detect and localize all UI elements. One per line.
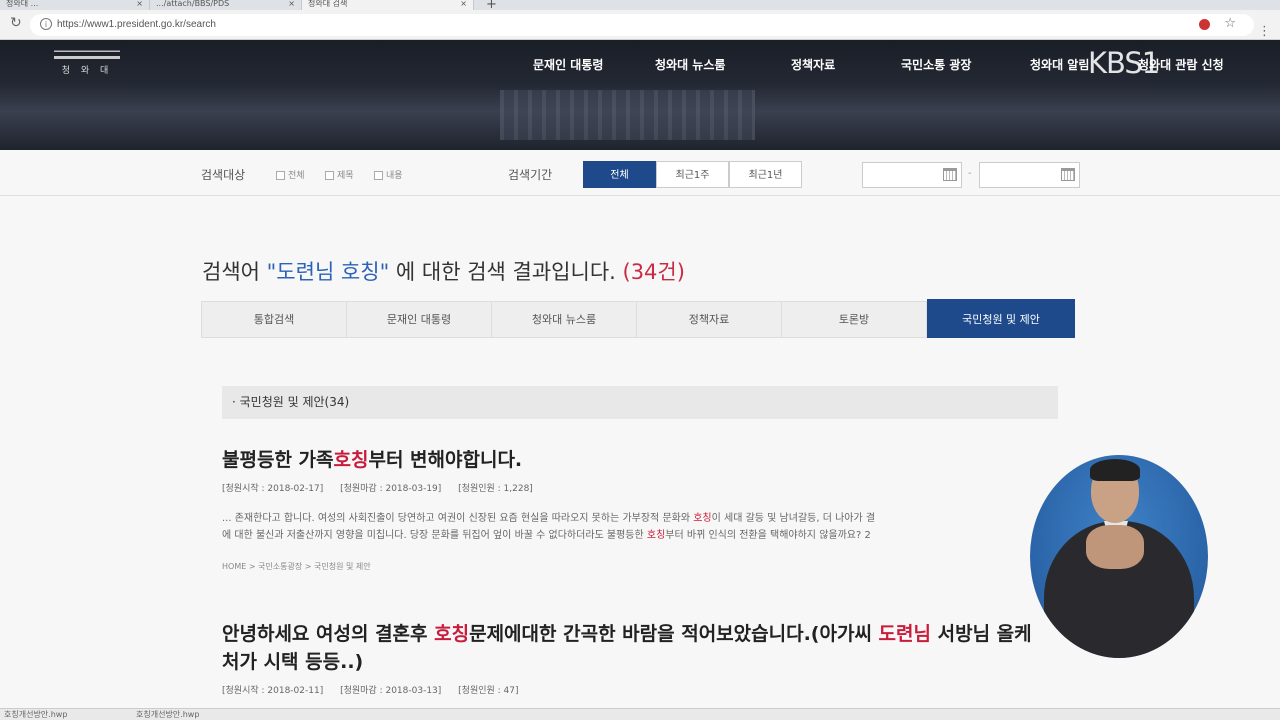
nav-item-president[interactable]: 문재인 대통령 bbox=[533, 56, 603, 73]
result-title-link[interactable]: 불평등한 가족호칭부터 변해야합니다. bbox=[222, 446, 522, 474]
period-year-button[interactable]: 최근1년 bbox=[729, 161, 802, 188]
checkbox-label: 제목 bbox=[337, 171, 354, 181]
browser-tab-strip: 청와대 ... × .../attach/BBS/PDS × 청와대 검색 × + bbox=[0, 0, 1280, 12]
snippet-highlight: 호칭 bbox=[693, 513, 712, 524]
calendar-icon[interactable] bbox=[943, 168, 957, 181]
nav-item-notice[interactable]: 청와대 알림 bbox=[1030, 56, 1089, 73]
tab-policy[interactable]: 정책자료 bbox=[637, 302, 782, 337]
title-text: 서방님 올케 bbox=[931, 623, 1032, 645]
url-field[interactable]: i https://www1.president.go.kr/search ☆ bbox=[30, 14, 1254, 36]
result-meta: [청원시작 : 2018-02-11] [청원마감 : 2018-03-13] … bbox=[222, 683, 533, 696]
browser-menu-icon[interactable]: ⋮ bbox=[1258, 24, 1271, 39]
header-background-image bbox=[500, 90, 755, 140]
search-target-label: 검색대상 bbox=[201, 168, 246, 182]
title-highlight: 호칭 bbox=[333, 449, 369, 471]
tab-newsroom[interactable]: 청와대 뉴스룸 bbox=[492, 302, 637, 337]
title-text: 불평등한 가족 bbox=[222, 449, 334, 471]
checkbox-icon bbox=[276, 171, 285, 180]
logo-text: 청 와 대 bbox=[61, 66, 113, 76]
petition-signatures: [청원인원 : 47] bbox=[458, 686, 519, 696]
heading-prefix: 검색어 bbox=[202, 260, 267, 284]
tab-all[interactable]: 통합검색 bbox=[202, 302, 347, 337]
checkbox-all[interactable]: 전체 bbox=[276, 168, 305, 181]
checkbox-content[interactable]: 내용 bbox=[374, 168, 403, 181]
tab-label: .../attach/BBS/PDS bbox=[156, 0, 230, 8]
broadcaster-logo: KBS1 bbox=[1088, 46, 1160, 80]
checkbox-title[interactable]: 제목 bbox=[325, 168, 354, 181]
close-icon[interactable]: × bbox=[136, 0, 143, 8]
petition-signatures: [청원인원 : 1,228] bbox=[458, 484, 533, 494]
title-highlight: 호칭 bbox=[434, 623, 470, 645]
snippet-highlight: 호칭 bbox=[646, 530, 666, 541]
checkbox-label: 전체 bbox=[288, 171, 305, 181]
nav-item-communication[interactable]: 국민소통 광장 bbox=[901, 56, 971, 73]
search-period-label: 검색기간 bbox=[508, 168, 553, 182]
site-header: 청 와 대 문재인 대통령 청와대 뉴스룸 정책자료 국민소통 광장 청와대 알… bbox=[0, 40, 1280, 150]
address-bar: ↻ i https://www1.president.go.kr/search … bbox=[0, 10, 1280, 40]
start-date-input[interactable] bbox=[862, 162, 962, 188]
snippet-text: 이 세대 갈등 및 남녀갈등, 더 나아가 결 bbox=[711, 513, 876, 524]
date-separator: - bbox=[968, 168, 972, 179]
browser-tab[interactable]: 청와대 ... × bbox=[0, 0, 150, 10]
extension-icon[interactable] bbox=[1199, 19, 1210, 30]
result-count: (34건) bbox=[622, 260, 685, 284]
petition-start-date: [청원시작 : 2018-02-17] bbox=[222, 484, 324, 494]
result-snippet: ... 존재한다고 합니다. 여성의 사회진출이 당연하고 여권이 신장된 요즘… bbox=[222, 510, 1058, 544]
browser-tab-active[interactable]: 청와대 검색 × bbox=[302, 0, 474, 10]
checkbox-label: 내용 bbox=[386, 171, 403, 181]
reload-icon[interactable]: ↻ bbox=[10, 15, 22, 31]
download-bar: 호칭개선방안.hwp 호칭개선방안.hwp bbox=[0, 708, 1280, 720]
title-text: 안녕하세요 여성의 결혼후 bbox=[222, 623, 435, 645]
nav-item-policy[interactable]: 정책자료 bbox=[791, 56, 835, 73]
tab-president[interactable]: 문재인 대통령 bbox=[347, 302, 492, 337]
title-text: 문제에대한 간곡한 바람을 적어보았습니다.(아가씨 bbox=[469, 623, 879, 645]
results-heading: 검색어 "도련님 호칭" 에 대한 검색 결과입니다. (34건) bbox=[202, 256, 685, 286]
category-tabs: 통합검색 문재인 대통령 청와대 뉴스룸 정책자료 토론방 국민청원 및 제안 bbox=[201, 299, 1075, 338]
search-filter-bar: 검색대상 전체 제목 내용 검색기간 전체 최근1주 최근1년 bbox=[0, 154, 1280, 196]
period-all-button[interactable]: 전체 bbox=[583, 161, 656, 188]
petition-end-date: [청원마감 : 2018-03-13] bbox=[340, 686, 442, 696]
title-text: 처가 시택 등등..) bbox=[222, 651, 364, 673]
sign-language-interpreter-inset bbox=[1030, 455, 1208, 658]
download-item[interactable]: 호칭개선방안.hwp bbox=[136, 710, 199, 720]
petition-end-date: [청원마감 : 2018-03-19] bbox=[340, 484, 442, 494]
heading-suffix: 에 대한 검색 결과입니다. bbox=[389, 260, 623, 284]
download-item[interactable]: 호칭개선방안.hwp bbox=[4, 710, 67, 720]
tab-discussion[interactable]: 토론방 bbox=[782, 302, 927, 337]
result-title-link[interactable]: 안녕하세요 여성의 결혼후 호칭문제에대한 간곡한 바람을 적어보았습니다.(아… bbox=[222, 620, 1032, 676]
logo-roof-icon bbox=[54, 47, 120, 59]
url-text: https://www1.president.go.kr/search bbox=[57, 19, 216, 30]
section-header: · 국민청원 및 제안(34) bbox=[222, 386, 1058, 419]
calendar-icon[interactable] bbox=[1061, 168, 1075, 181]
checkbox-icon bbox=[325, 171, 334, 180]
period-week-button[interactable]: 최근1주 bbox=[656, 161, 729, 188]
browser-tab[interactable]: .../attach/BBS/PDS × bbox=[150, 0, 302, 10]
tab-label: 청와대 ... bbox=[6, 0, 39, 8]
search-keyword: "도련님 호칭" bbox=[266, 260, 390, 284]
petition-start-date: [청원시작 : 2018-02-11] bbox=[222, 686, 324, 696]
checkbox-icon bbox=[374, 171, 383, 180]
tab-label: 청와대 검색 bbox=[308, 0, 348, 8]
close-icon[interactable]: × bbox=[460, 0, 467, 8]
site-logo[interactable]: 청 와 대 bbox=[52, 47, 122, 76]
snippet-text: 에 대한 불신과 저출산까지 영향을 미칩니다. 당장 문화를 뒤집어 엎이 바… bbox=[222, 530, 647, 541]
end-date-input[interactable] bbox=[979, 162, 1080, 188]
close-icon[interactable]: × bbox=[288, 0, 295, 8]
snippet-text: 부터 바뀌 인식의 전환을 택해야하지 않을까요? 2 bbox=[665, 530, 871, 541]
title-highlight: 도련님 bbox=[878, 623, 931, 645]
info-icon[interactable]: i bbox=[40, 18, 52, 30]
interpreter-hands bbox=[1086, 525, 1144, 569]
result-breadcrumb[interactable]: HOME > 국민소통광장 > 국민청원 및 제안 bbox=[222, 561, 371, 572]
bookmark-star-icon[interactable]: ☆ bbox=[1224, 16, 1236, 31]
snippet-text: ... 존재한다고 합니다. 여성의 사회진출이 당연하고 여권이 신장된 요즘… bbox=[222, 513, 694, 524]
result-meta: [청원시작 : 2018-02-17] [청원마감 : 2018-03-19] … bbox=[222, 481, 547, 494]
interpreter-hair bbox=[1090, 459, 1140, 481]
tab-petition[interactable]: 국민청원 및 제안 bbox=[927, 299, 1075, 338]
title-text: 부터 변해야합니다. bbox=[368, 449, 523, 471]
nav-item-newsroom[interactable]: 청와대 뉴스룸 bbox=[655, 56, 725, 73]
